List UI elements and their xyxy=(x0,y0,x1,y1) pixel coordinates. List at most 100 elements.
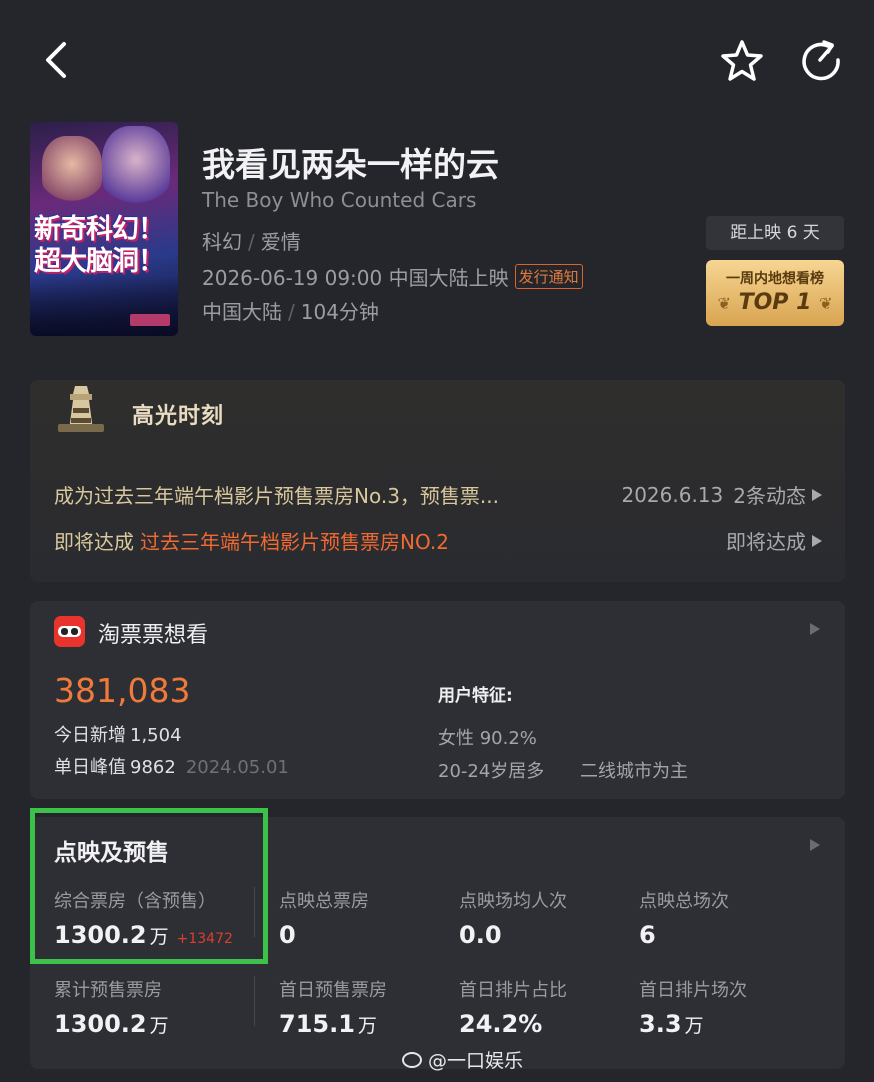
movie-title: 我看见两朵一样的云 xyxy=(202,145,499,184)
poster-city-backdrop xyxy=(30,276,178,336)
stat-value: 1300.2 xyxy=(54,921,147,949)
highlight-text: 成为过去三年端午档影片预售票房No.3，预售票... xyxy=(54,484,499,508)
stat-unit: 万 xyxy=(149,1015,169,1037)
stat-preview-box-office: 点映总票房 0 xyxy=(279,887,369,949)
release-info: 2026-06-19 09:00 中国大陆上映 发行通知 xyxy=(202,262,583,291)
region-duration: 中国大陆/104分钟 xyxy=(202,296,379,325)
stat-label: 首日预售票房 xyxy=(279,980,387,1001)
stat-preview-screenings: 点映总场次 6 xyxy=(639,887,729,949)
genre-tag: 科幻 xyxy=(202,230,242,254)
highlight-target: 过去三年端午档影片预售票房NO.2 xyxy=(140,530,449,554)
lighthouse-icon xyxy=(58,386,104,432)
stat-label: 首日排片占比 xyxy=(459,980,567,1001)
want-to-see-card[interactable]: 淘票票想看 381,083 今日新增 1,504 单日峰值 9862 2024.05.… xyxy=(30,601,845,799)
rank-subtitle: 一周内地想看榜 xyxy=(726,271,824,287)
stat-unit: 万 xyxy=(149,926,169,948)
stat-increase: +13472 xyxy=(176,931,233,947)
release-notice-badge[interactable]: 发行通知 xyxy=(514,264,583,289)
presale-card[interactable]: 点映及预售 综合票房（含预售） 1300.2 万 +13472 点映总票房 0 点映… xyxy=(30,808,845,1069)
stat-value: 1,504 xyxy=(130,725,182,746)
highlight-prefix: 即将达成 xyxy=(54,530,134,554)
poster-figure-left xyxy=(42,136,102,206)
laurel-left-icon: ❦ xyxy=(717,294,731,313)
stat-first-day-presale: 首日预售票房 715.1 万 xyxy=(279,976,387,1038)
stat-value: 0.0 xyxy=(459,921,502,949)
arrow-right-icon[interactable] xyxy=(810,623,820,635)
feature-city: 二线城市为主 xyxy=(580,761,688,782)
highlights-title: 高光时刻 xyxy=(132,404,225,429)
feature-gender: 女性 90.2% xyxy=(438,728,537,749)
stat-first-day-share: 首日排片占比 24.2% xyxy=(459,976,567,1038)
stat-value: 3.3 xyxy=(639,1010,682,1038)
rank-label-row: ❦ TOP 1 ❦ xyxy=(706,290,844,315)
stat-value: 6 xyxy=(639,921,656,949)
region-separator: / xyxy=(288,300,295,324)
star-icon xyxy=(721,40,763,81)
movie-english-title: The Boy Who Counted Cars xyxy=(202,188,477,212)
movie-header: 新奇科幻！超大脑洞！ 我看见两朵一样的云 The Boy Who Counted… xyxy=(30,122,846,340)
movie-genres: 科幻 / 爱情 xyxy=(202,226,301,255)
want-to-see-title: 淘票票想看 xyxy=(98,623,209,648)
genre-separator: / xyxy=(248,230,255,254)
stat-value: 24.2% xyxy=(459,1010,543,1038)
stat-value-row: 1300.2 万 xyxy=(54,1010,169,1038)
favorite-button[interactable] xyxy=(718,38,766,86)
daily-peak-stat: 单日峰值 9862 2024.05.01 xyxy=(54,753,289,779)
top-nav-bar xyxy=(0,0,874,120)
back-button[interactable] xyxy=(38,38,78,82)
region: 中国大陆 xyxy=(202,300,282,324)
highlight-meta: 即将达成 xyxy=(726,526,822,555)
movie-poster[interactable]: 新奇科幻！超大脑洞！ xyxy=(30,122,178,336)
stat-value: 1300.2 xyxy=(54,1010,147,1038)
stat-label: 点映总票房 xyxy=(279,891,369,912)
stat-label: 综合票房（含预售） xyxy=(54,891,216,912)
genre-tag: 爱情 xyxy=(260,230,301,254)
highlight-item[interactable]: 即将达成 过去三年端午档影片预售票房NO.2 即将达成 xyxy=(54,526,822,555)
stat-label: 累计预售票房 xyxy=(54,980,162,1001)
stat-value-row: 715.1 万 xyxy=(279,1010,387,1038)
stat-preview-avg-attendance: 点映场均人次 0.0 xyxy=(459,887,567,949)
taopiaopiao-logo-icon xyxy=(54,616,85,647)
poster-date-tag xyxy=(130,314,170,326)
poster-figure-right xyxy=(102,126,170,210)
highlight-action: 2条动态 xyxy=(733,484,806,508)
stat-label: 首日排片场次 xyxy=(639,980,747,1001)
stat-total-box-office: 综合票房（含预售） 1300.2 万 +13472 xyxy=(54,887,233,949)
watermark: @一口娱乐 xyxy=(402,1046,523,1073)
stat-value-row: 3.3 万 xyxy=(639,1010,747,1038)
divider xyxy=(254,887,255,937)
share-icon xyxy=(802,40,840,81)
watermark-text: @一口娱乐 xyxy=(428,1050,524,1072)
chevron-left-icon xyxy=(46,42,66,78)
stat-label: 单日峰值 xyxy=(54,757,126,778)
arrow-right-icon xyxy=(812,488,822,501)
feature-age: 20-24岁居多 xyxy=(438,761,545,782)
highlights-card: 高光时刻 成为过去三年端午档影片预售票房No.3，预售票... 2026.6.1… xyxy=(30,380,845,582)
rank-badge[interactable]: 一周内地想看榜 ❦ TOP 1 ❦ xyxy=(706,260,844,326)
duration: 104分钟 xyxy=(300,300,379,324)
highlight-date: 2026.6.13 xyxy=(621,482,724,507)
stat-value: 9862 xyxy=(130,757,176,778)
stat-value: 715.1 xyxy=(279,1010,355,1038)
stat-value: 0 xyxy=(279,921,296,949)
today-new-stat: 今日新增 1,504 xyxy=(54,721,182,747)
rank-label: TOP 1 xyxy=(738,290,812,315)
stat-unit: 万 xyxy=(357,1015,377,1037)
highlight-action: 即将达成 xyxy=(726,530,806,554)
highlight-meta: 2026.6.13 2条动态 xyxy=(621,480,822,509)
share-button[interactable] xyxy=(798,38,846,86)
stat-first-day-screenings: 首日排片场次 3.3 万 xyxy=(639,976,747,1038)
highlight-item[interactable]: 成为过去三年端午档影片预售票房No.3，预售票... 2026.6.13 2条动… xyxy=(54,480,822,509)
stat-cumulative-presale: 累计预售票房 1300.2 万 xyxy=(54,976,169,1038)
release-countdown: 距上映 6 天 xyxy=(706,216,844,250)
laurel-right-icon: ❦ xyxy=(819,294,833,313)
divider xyxy=(254,976,255,1026)
stat-label: 今日新增 xyxy=(54,725,126,746)
stat-unit: 万 xyxy=(684,1015,704,1037)
user-features-label: 用户特征: xyxy=(438,686,513,706)
release-date: 2026-06-19 09:00 中国大陆上映 xyxy=(202,266,509,290)
want-to-see-count: 381,083 xyxy=(54,671,191,710)
poster-slogan: 新奇科幻！超大脑洞！ xyxy=(34,214,165,277)
arrow-right-icon[interactable] xyxy=(810,839,820,851)
stat-date: 2024.05.01 xyxy=(185,757,289,778)
